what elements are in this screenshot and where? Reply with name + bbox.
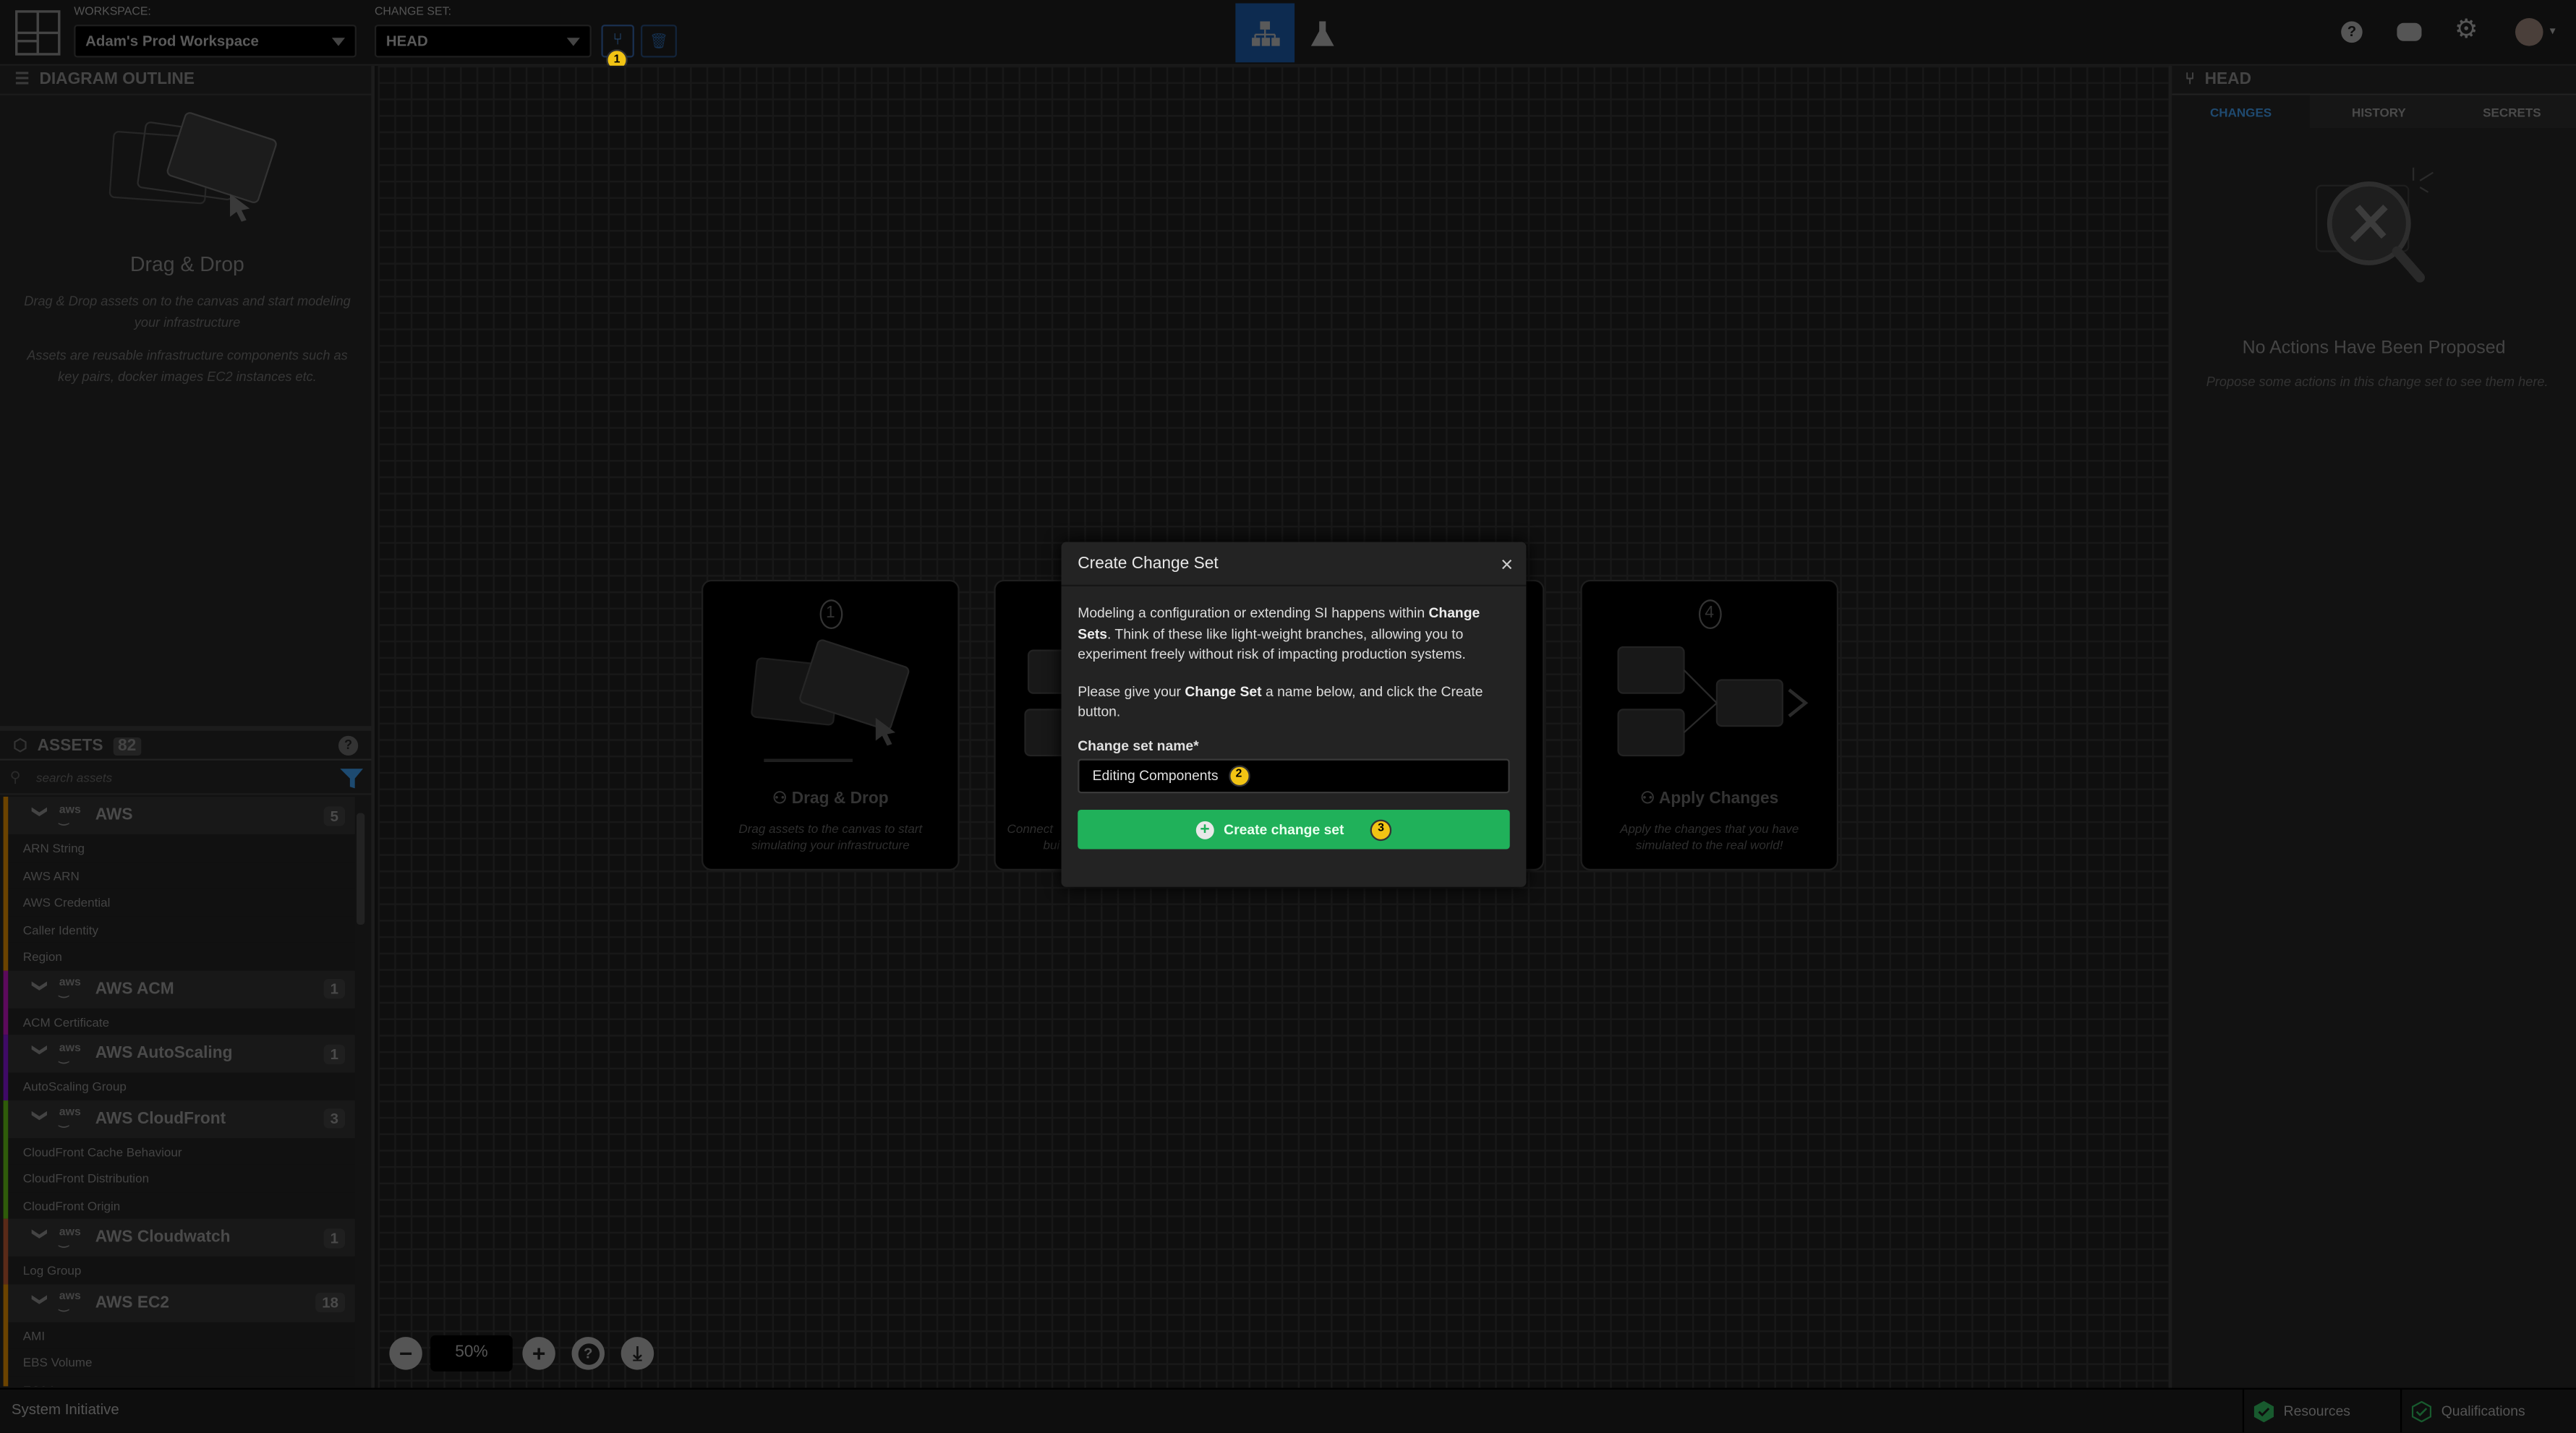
modal-intro: Modeling a configuration or extending SI… [1078, 604, 1480, 662]
step-badge-2: 2 [1228, 765, 1250, 787]
status-bar: System Initiative Resources Qualificatio… [0, 1387, 2576, 1432]
modal-instructions: Please give your Change Set a name below… [1078, 682, 1483, 720]
resources-status[interactable]: Resources [2242, 1389, 2400, 1432]
create-changeset-label: Create change set [1224, 821, 1344, 837]
modal-title: Create Change Set [1078, 555, 1219, 573]
modal-header: Create Change Set × [1061, 542, 1527, 586]
step-badge-3: 3 [1370, 818, 1392, 840]
hexagon-check-icon [2253, 1400, 2274, 1422]
qualifications-status[interactable]: Qualifications [2400, 1389, 2576, 1432]
changeset-name-input[interactable]: Editing Components 2 [1078, 758, 1510, 794]
plus-circle-icon: + [1195, 820, 1214, 839]
hexagon-check-icon [2411, 1400, 2432, 1422]
close-icon[interactable]: × [1501, 552, 1513, 576]
create-changeset-submit-button[interactable]: + Create change set 3 [1078, 809, 1510, 850]
create-changeset-modal: Create Change Set × Modeling a configura… [1061, 542, 1527, 887]
changeset-name-label: Change set name* [1078, 736, 1199, 753]
app-name: System Initiative [11, 1400, 119, 1418]
modal-body: Modeling a configuration or extending SI… [1062, 586, 1527, 865]
changeset-name-value: Editing Components [1092, 767, 1219, 784]
